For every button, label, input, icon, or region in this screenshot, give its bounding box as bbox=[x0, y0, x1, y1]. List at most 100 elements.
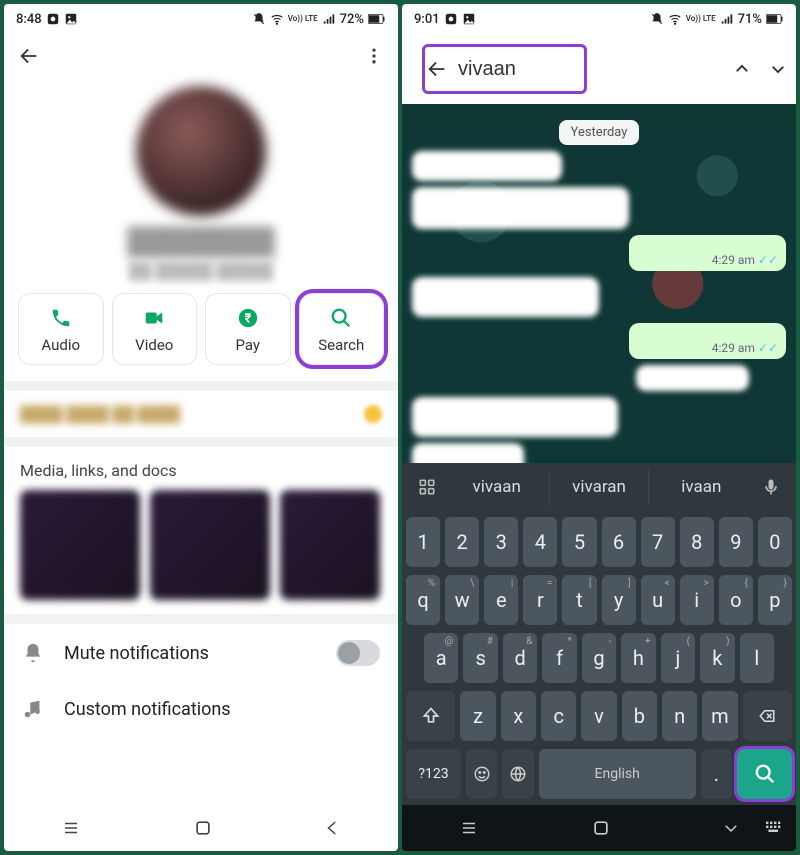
chat-area[interactable]: Yesterday 4:29 am ✓✓ 4:29 am ✓✓ bbox=[402, 104, 796, 463]
shift-key[interactable] bbox=[406, 691, 455, 741]
suggestion-3[interactable]: ivaan bbox=[653, 469, 750, 505]
key-c[interactable]: c bbox=[541, 691, 576, 741]
key-2[interactable]: 2 bbox=[445, 517, 479, 567]
back-nav-button[interactable] bbox=[324, 819, 342, 837]
key-x[interactable]: x bbox=[501, 691, 536, 741]
emoji-key[interactable] bbox=[466, 749, 497, 799]
key-a[interactable]: a@ bbox=[424, 633, 458, 683]
audio-call-button[interactable]: Audio bbox=[18, 293, 104, 365]
recents-button[interactable] bbox=[60, 819, 82, 837]
key-k[interactable]: k) bbox=[700, 633, 734, 683]
search-button[interactable]: Search bbox=[299, 293, 385, 365]
mic-icon[interactable] bbox=[754, 470, 788, 504]
period-key[interactable]: . bbox=[701, 749, 732, 799]
key-v[interactable]: v bbox=[581, 691, 616, 741]
key-p[interactable]: p} bbox=[758, 575, 792, 625]
battery-pct: 72% bbox=[340, 12, 364, 27]
home-button[interactable] bbox=[591, 818, 611, 838]
incoming-message[interactable] bbox=[636, 365, 748, 391]
key-w[interactable]: w\ bbox=[445, 575, 479, 625]
battery-icon bbox=[368, 13, 386, 25]
incoming-message[interactable] bbox=[412, 397, 618, 437]
custom-notifications-row[interactable]: Custom notifications bbox=[4, 682, 398, 736]
status-time: 9:01 bbox=[414, 12, 440, 27]
key-m[interactable]: m bbox=[702, 691, 737, 741]
video-call-button[interactable]: Video bbox=[112, 293, 198, 365]
search-next-button[interactable] bbox=[769, 60, 787, 78]
key-r[interactable]: r= bbox=[523, 575, 557, 625]
overflow-menu-button[interactable] bbox=[364, 46, 384, 66]
incoming-message[interactable] bbox=[412, 187, 629, 229]
key-6[interactable]: 6 bbox=[602, 517, 636, 567]
key-t[interactable]: t[ bbox=[562, 575, 596, 625]
key-0[interactable]: 0 bbox=[758, 517, 792, 567]
contact-phone: ██ █████ █████ bbox=[129, 261, 273, 281]
language-key[interactable] bbox=[502, 749, 533, 799]
key-i[interactable]: i> bbox=[680, 575, 714, 625]
key-4[interactable]: 4 bbox=[523, 517, 557, 567]
key-l[interactable]: l bbox=[740, 633, 774, 683]
key-d[interactable]: d& bbox=[503, 633, 537, 683]
search-input[interactable] bbox=[458, 58, 723, 81]
incoming-message[interactable] bbox=[412, 277, 599, 317]
search-label: Search bbox=[318, 336, 364, 354]
msg-time: 4:29 am bbox=[712, 341, 755, 355]
key-u[interactable]: u< bbox=[641, 575, 675, 625]
about-row[interactable]: ████ ████ ██ ████ bbox=[4, 391, 398, 437]
media-thumbnails bbox=[4, 490, 398, 614]
pay-button[interactable]: ₹ Pay bbox=[205, 293, 291, 365]
back-button[interactable] bbox=[18, 45, 40, 67]
key-s[interactable]: s# bbox=[463, 633, 497, 683]
mute-toggle[interactable] bbox=[336, 640, 380, 666]
incoming-message[interactable] bbox=[412, 151, 562, 181]
outgoing-message[interactable]: 4:29 am ✓✓ bbox=[629, 323, 786, 359]
media-header[interactable]: Media, links, and docs bbox=[4, 447, 398, 490]
key-h[interactable]: h+ bbox=[621, 633, 655, 683]
key-o[interactable]: o{ bbox=[719, 575, 753, 625]
read-receipt-icon: ✓✓ bbox=[758, 341, 778, 355]
key-f[interactable]: f* bbox=[542, 633, 576, 683]
key-5[interactable]: 5 bbox=[562, 517, 596, 567]
media-thumb[interactable] bbox=[150, 490, 270, 600]
suggestion-1[interactable]: vivaan bbox=[448, 469, 545, 505]
incoming-message[interactable] bbox=[412, 443, 524, 463]
space-key[interactable]: English bbox=[539, 749, 696, 799]
grid-icon[interactable] bbox=[410, 470, 444, 504]
media-thumb[interactable] bbox=[280, 490, 380, 600]
custom-notif-label: Custom notifications bbox=[64, 699, 231, 720]
key-n[interactable]: n bbox=[662, 691, 697, 741]
search-icon bbox=[329, 306, 353, 330]
key-e[interactable]: e| bbox=[484, 575, 518, 625]
key-z[interactable]: z bbox=[460, 691, 495, 741]
recents-button[interactable] bbox=[458, 819, 480, 837]
key-q[interactable]: q% bbox=[406, 575, 440, 625]
key-8[interactable]: 8 bbox=[680, 517, 714, 567]
avatar[interactable] bbox=[136, 86, 266, 216]
symbols-key[interactable]: ?123 bbox=[406, 749, 461, 799]
phone-icon bbox=[49, 306, 73, 330]
suggestion-2[interactable]: vivaran bbox=[549, 469, 648, 505]
search-back-button[interactable] bbox=[426, 58, 448, 80]
rupee-icon: ₹ bbox=[236, 306, 260, 330]
signal-icon bbox=[322, 12, 336, 26]
mute-notifications-row[interactable]: Mute notifications bbox=[4, 624, 398, 682]
key-y[interactable]: y] bbox=[602, 575, 636, 625]
battery-icon bbox=[766, 13, 784, 25]
key-3[interactable]: 3 bbox=[484, 517, 518, 567]
chat-search-bar bbox=[412, 44, 786, 94]
enter-search-key[interactable] bbox=[737, 749, 792, 799]
backspace-key[interactable] bbox=[743, 691, 792, 741]
hide-keyboard-button[interactable] bbox=[722, 819, 740, 837]
key-7[interactable]: 7 bbox=[641, 517, 675, 567]
outgoing-message[interactable]: 4:29 am ✓✓ bbox=[629, 235, 786, 271]
key-1[interactable]: 1 bbox=[406, 517, 440, 567]
key-9[interactable]: 9 bbox=[719, 517, 753, 567]
key-b[interactable]: b bbox=[622, 691, 657, 741]
search-prev-button[interactable] bbox=[733, 60, 751, 78]
media-thumb[interactable] bbox=[20, 490, 140, 600]
mute-icon bbox=[650, 12, 664, 26]
home-button[interactable] bbox=[193, 818, 213, 838]
key-g[interactable]: g- bbox=[582, 633, 616, 683]
key-j[interactable]: j( bbox=[661, 633, 695, 683]
keyboard-switch-button[interactable] bbox=[764, 820, 784, 836]
